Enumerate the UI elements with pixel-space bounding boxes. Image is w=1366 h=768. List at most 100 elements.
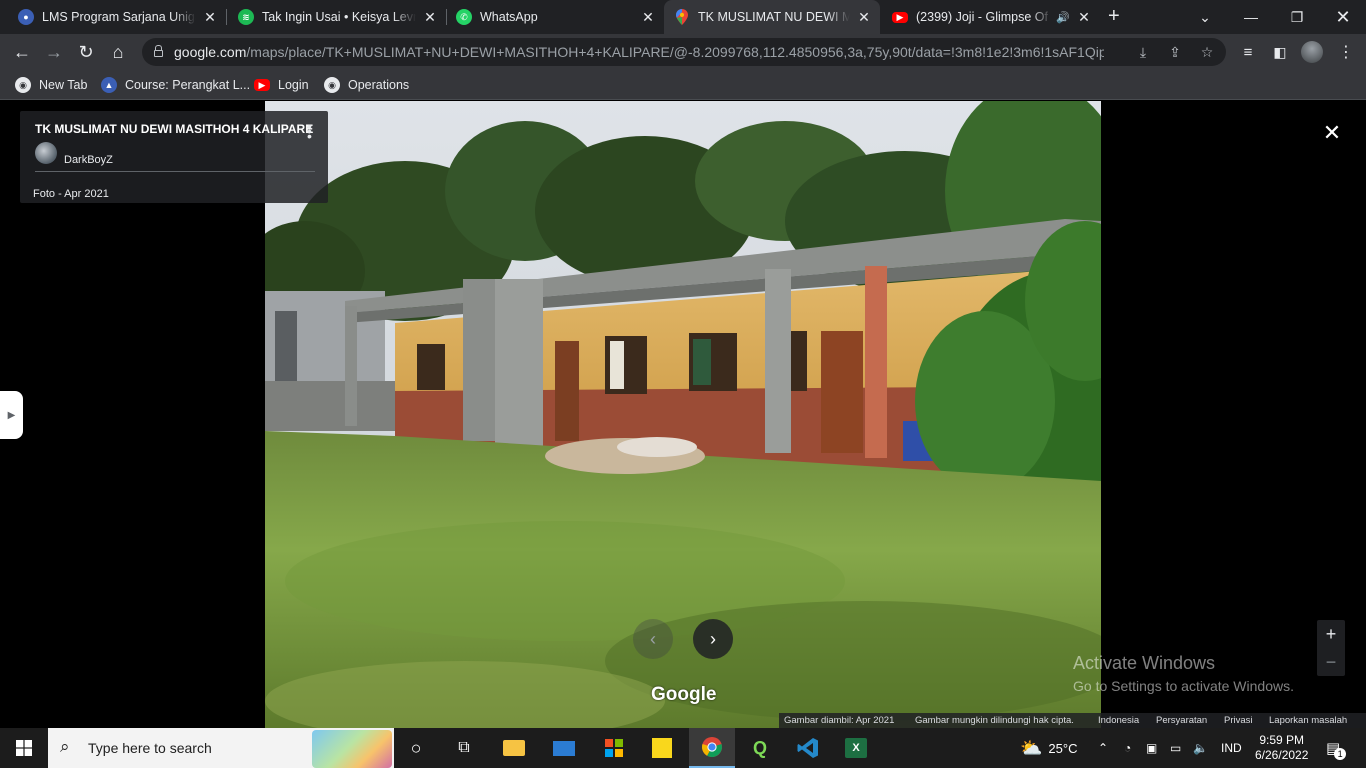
notification-center[interactable]: ▤ 1 (1326, 728, 1352, 768)
restore-button[interactable]: ❐ (1274, 0, 1320, 34)
expand-side-panel-button[interactable]: ▶ (0, 391, 23, 439)
bookmark-label: New Tab (39, 78, 88, 92)
install-icon[interactable]: ⤓ (1134, 43, 1152, 61)
address-bar[interactable]: google.com/maps/place/TK+MUSLIMAT+NU+DEW… (142, 38, 1226, 66)
zoom-control: + − (1317, 620, 1345, 676)
minimize-button[interactable]: — (1228, 0, 1274, 34)
url-text[interactable]: google.com/maps/place/TK+MUSLIMAT+NU+DEW… (174, 44, 1104, 60)
tab-lms[interactable]: ● LMS Program Sarjana Uniga Malang ✕ (8, 0, 226, 34)
clock-date: 6/26/2022 (1255, 748, 1309, 762)
volume-icon[interactable]: 🔈 (1193, 728, 1208, 768)
meet-icon[interactable]: ▣ (1146, 728, 1157, 768)
close-tab-icon[interactable]: ✕ (202, 9, 218, 26)
forward-button[interactable]: → (42, 40, 66, 64)
network-icon[interactable]: ◔ (1124, 728, 1131, 768)
file-explorer-icon[interactable] (494, 728, 534, 768)
side-panel-icon[interactable]: ◧ (1268, 40, 1292, 64)
tab-title: WhatsApp (480, 10, 538, 24)
terms-link[interactable]: Persyaratan (1156, 715, 1207, 726)
activate-windows-watermark: Activate Windows Go to Settings to activ… (1073, 653, 1294, 694)
tab-title: Tak Ingin Usai • Keisya Levronka (262, 10, 416, 24)
close-tab-icon[interactable]: ✕ (422, 9, 438, 26)
system-clock[interactable]: 9:59 PM 6/26/2022 (1255, 733, 1308, 763)
battery-icon[interactable]: ▭ (1170, 728, 1181, 768)
bookmark-course[interactable]: ▲ Course: Perangkat L... (101, 76, 250, 94)
photo-date: Foto - Apr 2021 (33, 188, 109, 200)
show-hidden-icons[interactable]: ⌃ (1098, 728, 1108, 768)
browser-toolbar: ← → ↻ ⌂ google.com/maps/place/TK+MUSLIMA… (0, 34, 1366, 70)
globe-icon: ◉ (15, 77, 31, 93)
start-button[interactable] (0, 728, 48, 768)
close-window-button[interactable]: ✕ (1320, 0, 1366, 34)
tab-youtube[interactable]: ▶ (2399) Joji - Glimpse Of Us 🔊 ✕ (882, 0, 1100, 34)
zoom-out-button[interactable]: − (1317, 648, 1345, 676)
lms-icon: ● (18, 9, 34, 25)
next-photo-button[interactable]: › (693, 619, 733, 659)
region-link[interactable]: Indonesia (1098, 715, 1139, 726)
search-highlight-image (312, 730, 392, 768)
microsoft-store-icon[interactable] (594, 728, 634, 768)
new-tab-button[interactable]: + (1108, 5, 1120, 28)
place-photo[interactable] (265, 101, 1101, 728)
close-tab-icon[interactable]: ✕ (640, 9, 656, 26)
lock-icon[interactable] (154, 45, 163, 57)
bookmark-login[interactable]: ▶ Login (254, 76, 309, 94)
search-placeholder: Type here to search (88, 740, 212, 756)
search-icon: ⌕ (60, 737, 70, 756)
weather-widget[interactable]: ⛅ 25°C (1020, 728, 1077, 768)
speaker-icon[interactable]: 🔊 (1056, 11, 1070, 24)
capture-date: Gambar diambil: Apr 2021 (784, 715, 895, 726)
zoom-in-button[interactable]: + (1317, 620, 1345, 648)
mail-icon[interactable] (544, 728, 584, 768)
bookmark-label: Login (278, 78, 309, 92)
qbittorrent-icon[interactable]: Q (740, 728, 780, 768)
weather-temp: 25°C (1048, 740, 1078, 756)
tab-search-icon[interactable]: ⌄ (1182, 0, 1228, 34)
bookmark-operations[interactable]: ◉ Operations (324, 76, 409, 94)
sticky-notes-icon[interactable] (642, 728, 682, 768)
watermark-title: Activate Windows (1073, 653, 1216, 673)
bookmark-new-tab[interactable]: ◉ New Tab (15, 76, 87, 94)
chrome-taskbar-icon[interactable] (689, 728, 735, 768)
previous-photo-button[interactable]: ‹ (633, 619, 673, 659)
bookmark-label: Operations (348, 78, 410, 92)
tab-title: LMS Program Sarjana Uniga Malang (42, 10, 196, 24)
bookmark-label: Course: Perangkat L... (125, 78, 251, 92)
report-problem-link[interactable]: Laporkan masalah (1269, 715, 1347, 726)
cortana-icon[interactable]: ○ (396, 728, 436, 768)
close-viewer-button[interactable]: ✕ (1320, 120, 1344, 145)
google-maps-icon (674, 9, 690, 25)
author-name[interactable]: DarkBoyZ (64, 154, 113, 166)
back-button[interactable]: ← (10, 40, 34, 64)
close-tab-icon[interactable]: ✕ (856, 9, 872, 26)
spotify-icon: ≋ (238, 9, 254, 25)
cloud-sun-icon: ⛅ (1020, 737, 1043, 758)
more-options-icon[interactable]: • • • (307, 119, 313, 143)
privacy-link[interactable]: Privasi (1224, 715, 1253, 726)
map-footer: Gambar diambil: Apr 2021 Gambar mungkin … (779, 713, 1366, 728)
reload-button[interactable]: ↻ (74, 40, 98, 64)
google-logo: Google (651, 684, 717, 705)
share-icon[interactable]: ⇪ (1166, 43, 1184, 61)
copyright-notice: Gambar mungkin dilindungi hak cipta. (915, 715, 1074, 726)
menu-kebab-icon[interactable]: ⋮ (1334, 40, 1358, 64)
author-avatar[interactable] (35, 142, 57, 164)
tab-google-maps[interactable]: TK MUSLIMAT NU DEWI MASITHOH 4 KALIPARE … (664, 0, 880, 34)
vscode-icon[interactable] (788, 728, 828, 768)
task-view-icon[interactable]: ⧉ (444, 728, 484, 768)
tab-spotify[interactable]: ≋ Tak Ingin Usai • Keisya Levronka ✕ (228, 0, 446, 34)
close-tab-icon[interactable]: ✕ (1076, 9, 1092, 26)
youtube-icon: ▶ (892, 11, 908, 23)
globe-icon: ◉ (324, 77, 340, 93)
bookmark-star-icon[interactable]: ☆ (1198, 43, 1216, 61)
language-indicator[interactable]: IND (1221, 728, 1242, 768)
photo-viewer: TK MUSLIMAT NU DEWI MASITHOH 4 KALIPARE … (0, 101, 1366, 728)
media-control-icon[interactable]: ≡ (1236, 40, 1260, 64)
home-button[interactable]: ⌂ (106, 40, 130, 64)
taskbar-search[interactable]: ⌕ Type here to search (48, 728, 394, 768)
place-title[interactable]: TK MUSLIMAT NU DEWI MASITHOH 4 KALIPARE (35, 122, 313, 136)
profile-avatar[interactable] (1300, 40, 1324, 64)
tab-whatsapp[interactable]: ✆ WhatsApp ✕ (446, 0, 664, 34)
windows-taskbar: ⌕ Type here to search ○ ⧉ Q X ⛅ 25°C ⌃ ◔… (0, 728, 1366, 768)
excel-icon[interactable]: X (836, 728, 876, 768)
